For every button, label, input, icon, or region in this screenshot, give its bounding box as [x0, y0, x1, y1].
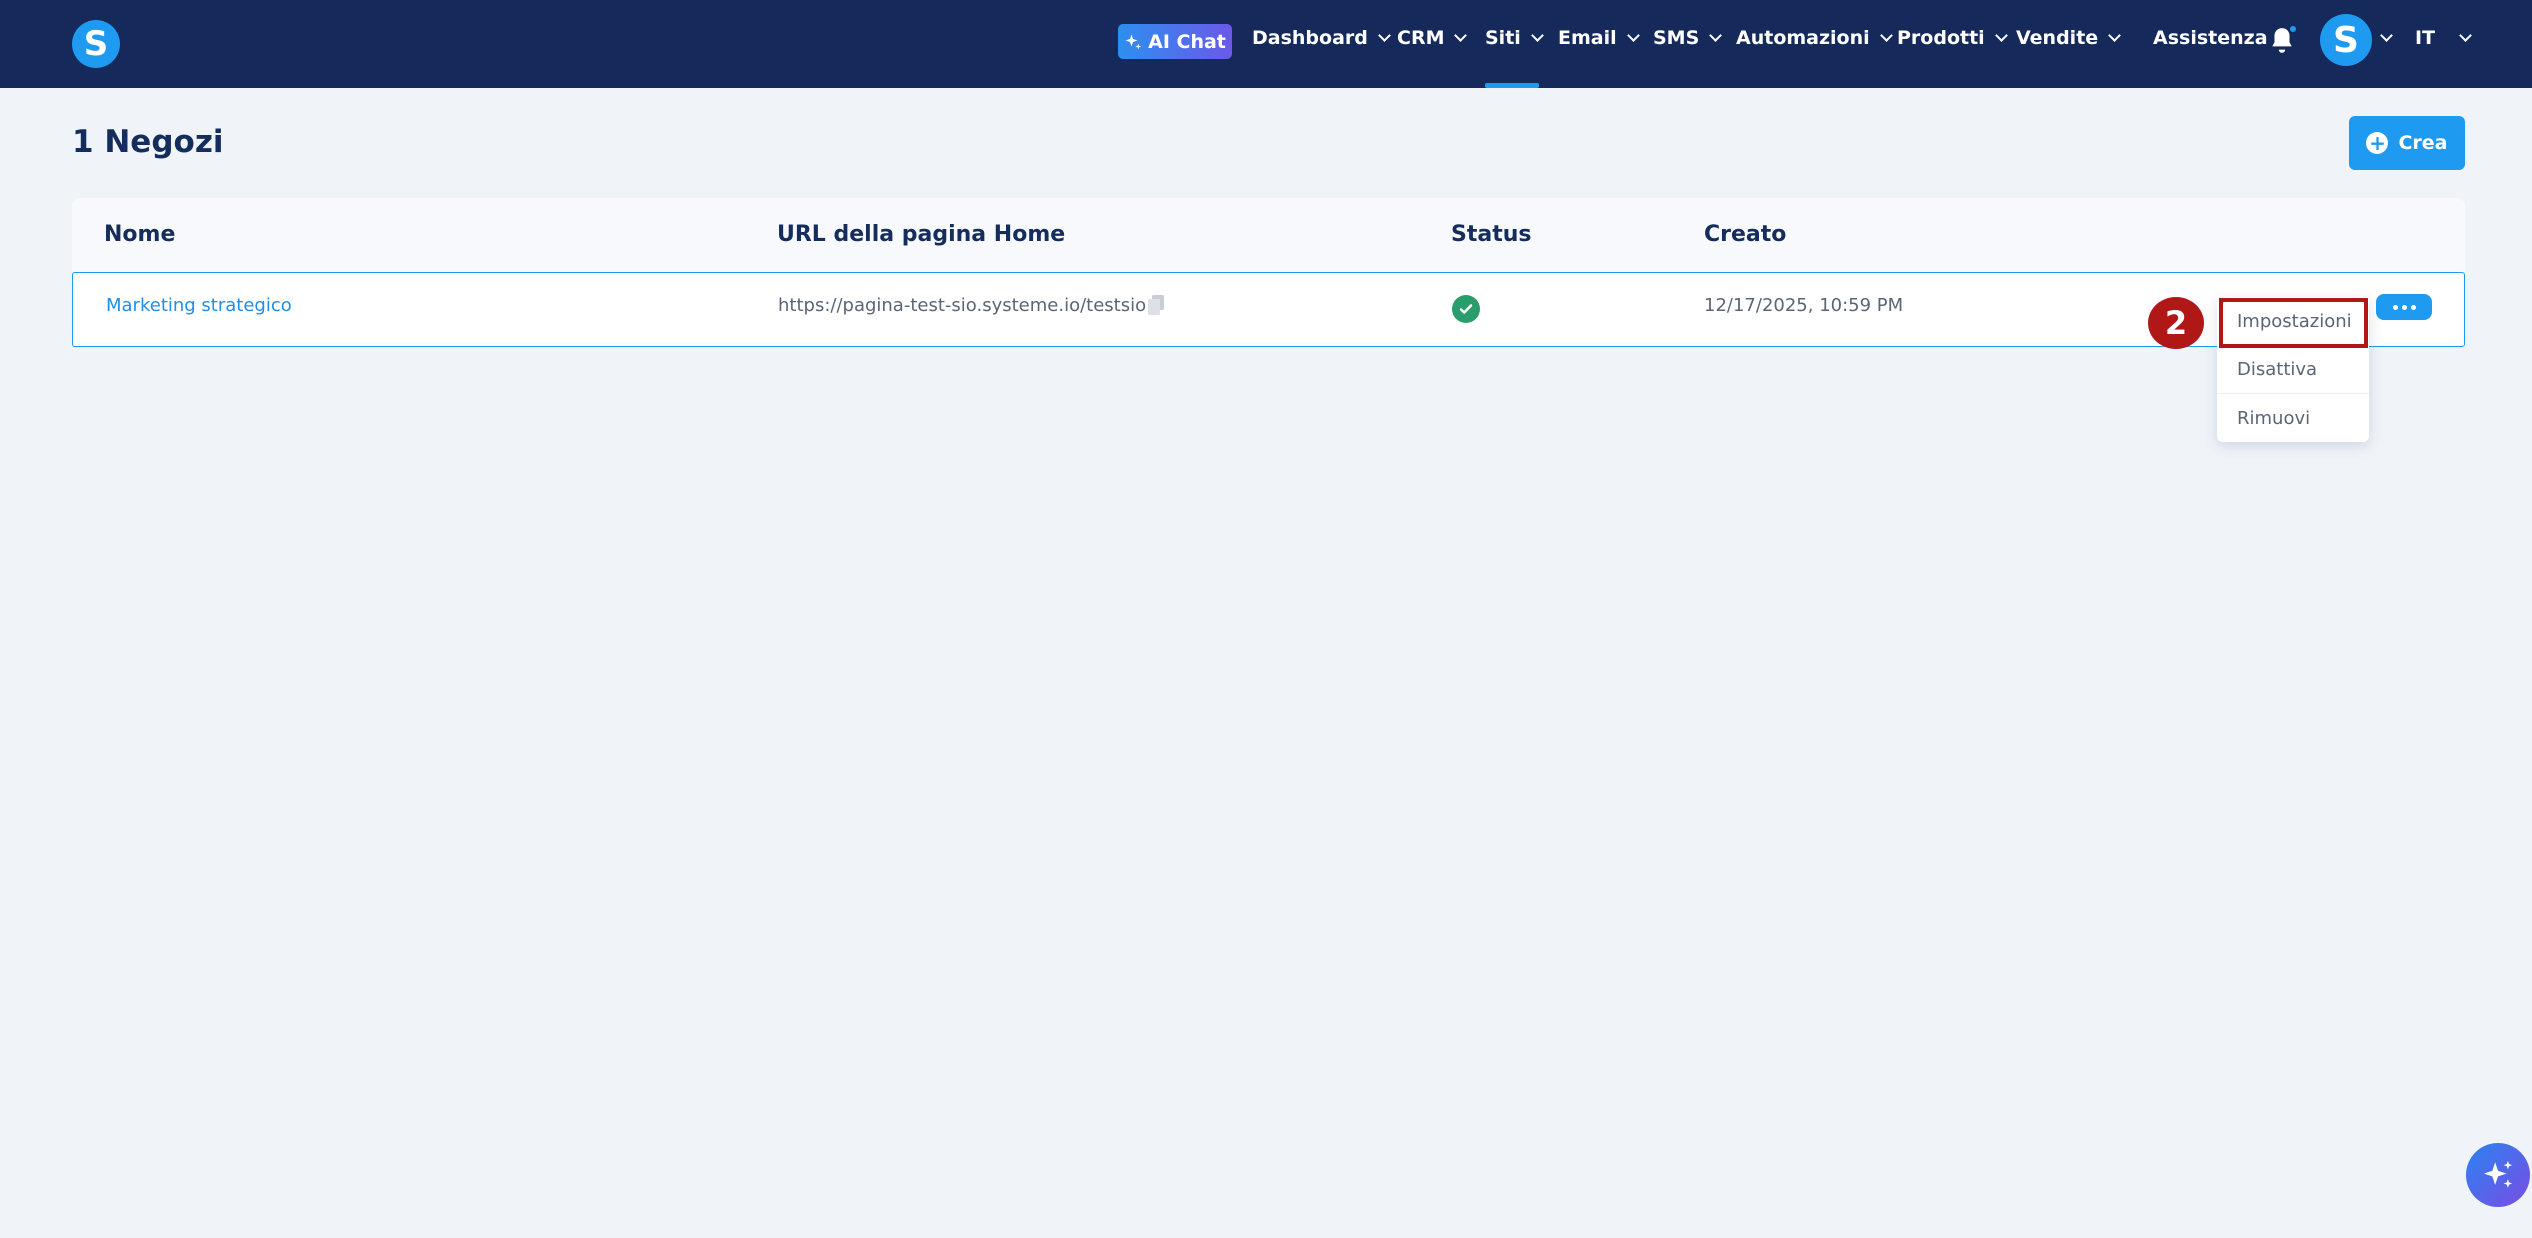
chevron-down-icon [1709, 29, 1723, 42]
nav-automazioni[interactable]: Automazioni [1736, 24, 1893, 52]
chevron-down-icon [1994, 29, 2008, 42]
language-selector[interactable]: IT [2415, 24, 2472, 52]
nav-dashboard[interactable]: Dashboard [1252, 24, 1391, 52]
active-tab-indicator [1485, 83, 1539, 88]
chevron-down-icon [1879, 29, 1893, 42]
top-navbar: S AI Chat Dashboard CRM Siti Email SMS A… [0, 0, 2532, 88]
ai-chat-label: AI Chat [1148, 30, 1226, 53]
shop-url: https://pagina-test-sio.systeme.io/tests… [778, 295, 1147, 316]
table-row[interactable]: Marketing strategico https://pagina-test… [72, 272, 2465, 347]
column-header-creato: Creato [1704, 222, 1787, 247]
avatar[interactable]: S [2320, 14, 2372, 66]
chevron-down-icon [1378, 29, 1391, 42]
copy-icon[interactable] [1148, 295, 1164, 315]
dot [2401, 304, 2407, 310]
nav-assistenza-label: Assistenza [2153, 27, 2268, 49]
menu-item-disattiva[interactable]: Disattiva [2217, 345, 2369, 393]
language-label: IT [2415, 27, 2436, 49]
menu-item-rimuovi[interactable]: Rimuovi [2217, 394, 2369, 442]
ai-assistant-fab[interactable] [2466, 1143, 2530, 1207]
dot [2410, 304, 2416, 310]
notification-dot [2288, 24, 2298, 34]
page-title: 1 Negozi [72, 124, 224, 160]
sparkle-icon [1125, 34, 1142, 49]
chevron-down-icon [2108, 29, 2122, 42]
nav-siti-label: Siti [1485, 27, 1521, 49]
dot [2392, 304, 2398, 310]
plus-icon: + [2366, 132, 2389, 154]
create-button-label: Crea [2398, 132, 2448, 154]
chevron-down-icon [1530, 29, 1544, 42]
sparkle-icon [2483, 1160, 2513, 1188]
nav-sms[interactable]: SMS [1653, 24, 1723, 52]
column-header-nome: Nome [104, 222, 176, 247]
chevron-down-icon [1454, 29, 1468, 42]
annotation-step-badge: 2 [2148, 297, 2204, 349]
nav-sms-label: SMS [1653, 27, 1700, 49]
nav-prodotti-label: Prodotti [1897, 27, 1985, 49]
column-header-status: Status [1451, 222, 1532, 247]
nav-crm-label: CRM [1397, 27, 1445, 49]
ai-chat-button[interactable]: AI Chat [1118, 24, 1232, 59]
chevron-down-icon [1626, 29, 1640, 42]
nav-crm[interactable]: CRM [1397, 24, 1468, 52]
nav-automazioni-label: Automazioni [1736, 27, 1870, 49]
nav-dashboard-label: Dashboard [1252, 27, 1368, 49]
nav-email[interactable]: Email [1558, 24, 1640, 52]
shop-name-link[interactable]: Marketing strategico [106, 295, 292, 316]
avatar-menu-toggle[interactable] [2378, 24, 2393, 52]
row-actions-button[interactable] [2376, 294, 2432, 320]
nav-vendite-label: Vendite [2016, 27, 2099, 49]
nav-siti[interactable]: Siti [1485, 24, 1544, 52]
table-header: Nome URL della pagina Home Status Creato [72, 198, 2465, 272]
chevron-down-icon [2380, 29, 2393, 42]
created-date: 12/17/2025, 10:59 PM [1704, 295, 1904, 316]
nav-email-label: Email [1558, 27, 1617, 49]
chevron-down-icon [2459, 29, 2472, 42]
nav-assistenza[interactable]: Assistenza [2153, 24, 2268, 52]
create-button[interactable]: + Crea [2349, 116, 2465, 170]
status-active-icon [1452, 295, 1480, 323]
systeme-logo[interactable]: S [72, 20, 120, 68]
nav-prodotti[interactable]: Prodotti [1897, 24, 2008, 52]
annotation-highlight-box [2219, 298, 2368, 348]
nav-vendite[interactable]: Vendite [2016, 24, 2122, 52]
column-header-url: URL della pagina Home [777, 222, 1066, 247]
